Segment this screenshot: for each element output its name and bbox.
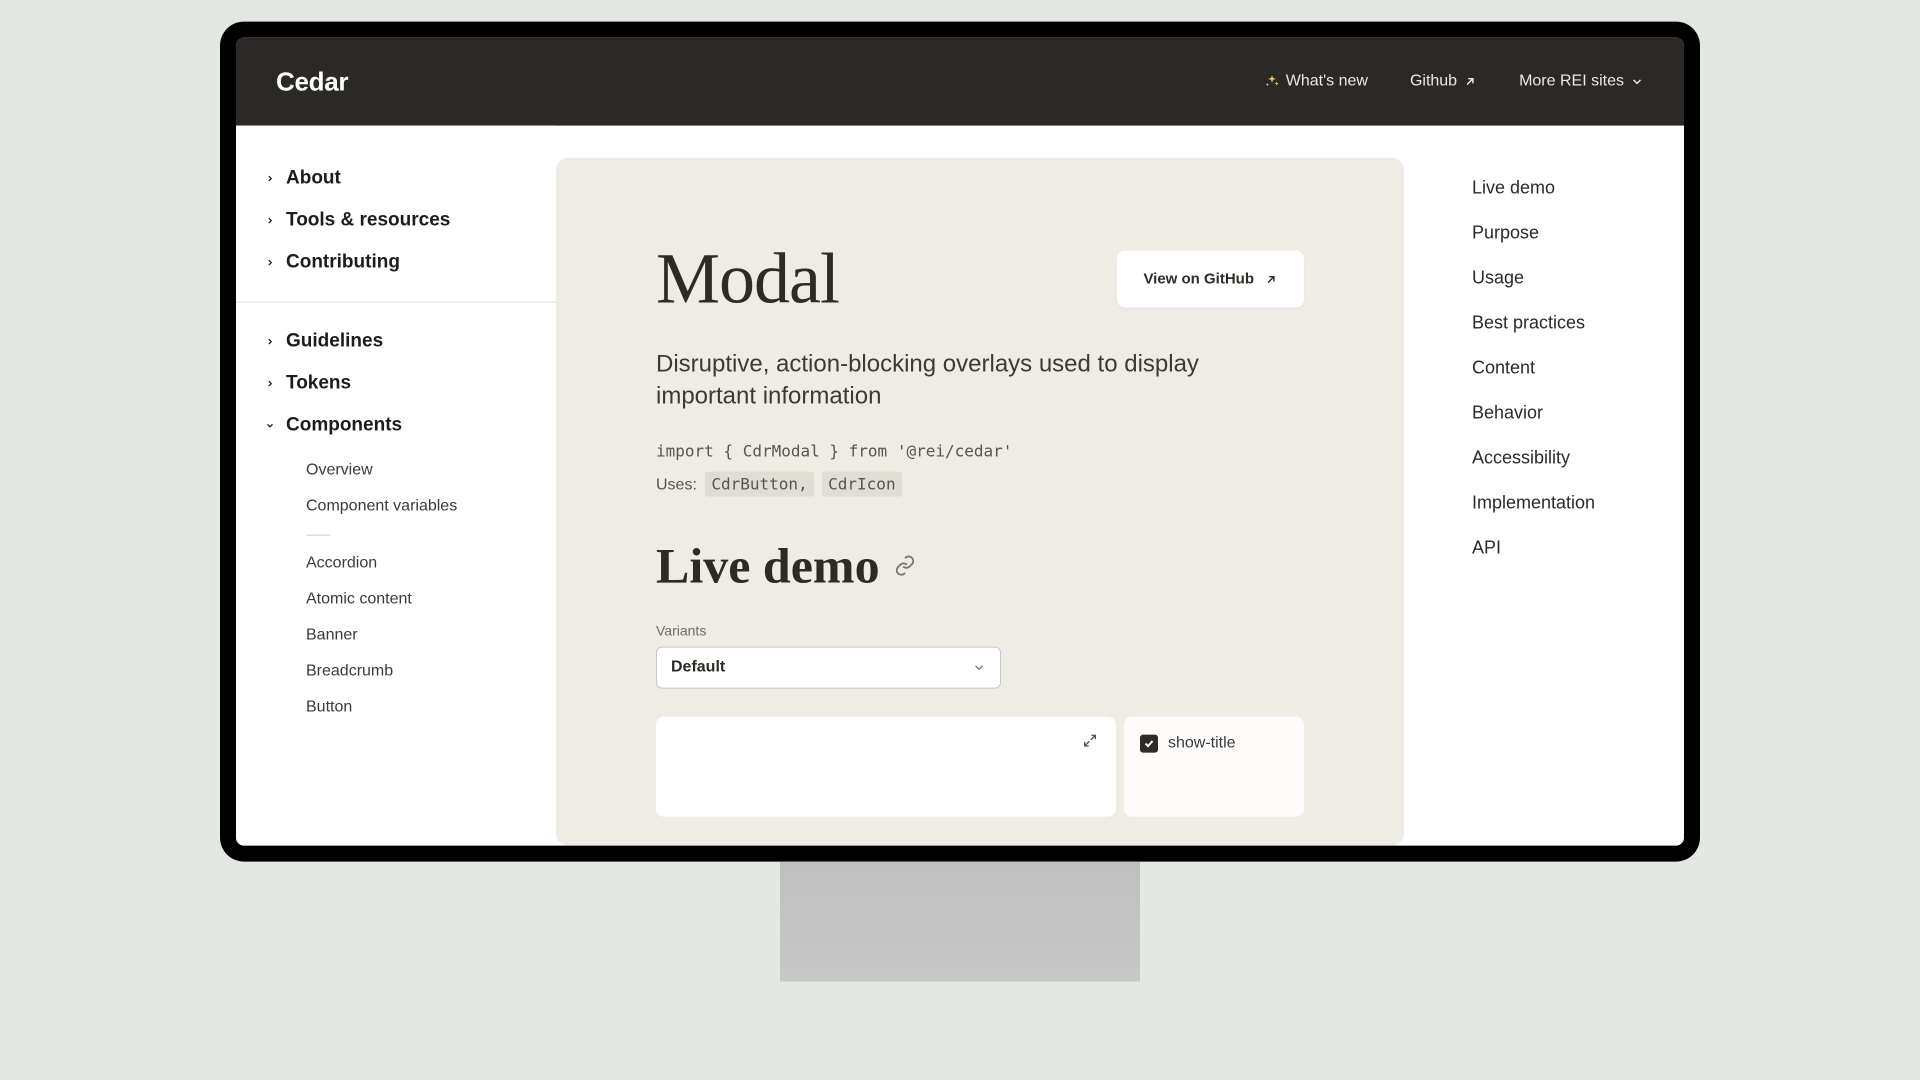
section-title-text: Live demo — [656, 536, 880, 594]
sidebar-label: About — [286, 168, 341, 190]
screen: Cedar What's new Github — [236, 38, 1684, 846]
checkbox-checked-icon[interactable] — [1140, 734, 1158, 752]
toc-item-content[interactable]: Content — [1472, 346, 1656, 391]
nav-github[interactable]: Github — [1410, 73, 1477, 91]
sidebar-item-about[interactable]: About — [264, 158, 528, 200]
nav-whats-new[interactable]: What's new — [1264, 73, 1368, 91]
github-button-label: View on GitHub — [1143, 271, 1254, 288]
content-wrap: Modal View on GitHub Disruptive, action-… — [556, 126, 1444, 846]
content-panel: Modal View on GitHub Disruptive, action-… — [556, 158, 1404, 846]
toc-item-best-practices[interactable]: Best practices — [1472, 301, 1656, 346]
sidebar-label: Tokens — [286, 373, 351, 395]
page-body: About Tools & resources Co — [236, 126, 1684, 846]
nav-whats-new-label: What's new — [1286, 73, 1368, 91]
chevron-right-icon — [264, 216, 276, 226]
sidebar: About Tools & resources Co — [236, 126, 556, 846]
toc-item-implementation[interactable]: Implementation — [1472, 481, 1656, 526]
sidebar-item-contributing[interactable]: Contributing — [264, 242, 528, 284]
nav-more-sites-label: More REI sites — [1519, 73, 1624, 91]
logo[interactable]: Cedar — [276, 66, 348, 97]
components-sublist: Overview Component variables Accordion A… — [264, 447, 528, 726]
main-area: Modal View on GitHub Disruptive, action-… — [556, 126, 1684, 846]
anchor-link-icon[interactable] — [894, 554, 916, 576]
sidebar-label: Guidelines — [286, 331, 383, 353]
monitor-stand — [780, 862, 1140, 982]
sidebar-label: Tools & resources — [286, 210, 450, 232]
sub-item-overview[interactable]: Overview — [306, 453, 528, 489]
variants-select[interactable]: Default — [656, 646, 1001, 688]
title-row: Modal View on GitHub — [656, 238, 1304, 321]
sub-item-button[interactable]: Button — [306, 690, 528, 726]
toc-item-accessibility[interactable]: Accessibility — [1472, 436, 1656, 481]
toc-item-usage[interactable]: Usage — [1472, 256, 1656, 301]
table-of-contents: Live demo Purpose Usage Best practices C… — [1444, 126, 1684, 846]
sub-item-breadcrumb[interactable]: Breadcrumb — [306, 654, 528, 690]
sidebar-group-top: About Tools & resources Co — [236, 158, 556, 284]
sidebar-item-guidelines[interactable]: Guidelines — [264, 321, 528, 363]
uses-tag: CdrButton, — [705, 471, 813, 496]
demo-preview — [656, 716, 1116, 816]
nav-more-sites[interactable]: More REI sites — [1519, 73, 1644, 91]
page-title: Modal — [656, 238, 839, 321]
sidebar-label: Contributing — [286, 252, 400, 274]
nav-github-label: Github — [1410, 73, 1457, 91]
chevron-right-icon — [264, 174, 276, 184]
external-link-icon — [1463, 75, 1477, 89]
sidebar-label: Components — [286, 415, 402, 437]
chevron-right-icon — [264, 337, 276, 347]
toc-item-live-demo[interactable]: Live demo — [1472, 166, 1656, 211]
sidebar-group-bottom: Guidelines Tokens Componen — [236, 321, 556, 726]
sidebar-item-components[interactable]: Components — [264, 405, 528, 447]
toc-item-behavior[interactable]: Behavior — [1472, 391, 1656, 436]
uses-tag: CdrIcon — [822, 471, 901, 496]
variants-label: Variants — [656, 622, 1304, 638]
chevron-right-icon — [264, 379, 276, 389]
site-header: Cedar What's new Github — [236, 38, 1684, 126]
uses-label: Uses: — [656, 476, 697, 493]
sidebar-item-tools[interactable]: Tools & resources — [264, 200, 528, 242]
chevron-down-icon — [1630, 75, 1644, 89]
uses-line: Uses: CdrButton, CdrIcon — [656, 474, 1304, 494]
demo-controls: show-title — [1124, 716, 1304, 816]
sub-item-component-variables[interactable]: Component variables — [306, 489, 528, 525]
import-line: import { CdrModal } from '@rei/cedar' — [656, 441, 1304, 460]
chevron-right-icon — [264, 258, 276, 268]
view-on-github-button[interactable]: View on GitHub — [1117, 251, 1304, 308]
variants-selected-value: Default — [671, 658, 725, 676]
sparkle-icon — [1264, 74, 1280, 90]
toc-item-api[interactable]: API — [1472, 526, 1656, 571]
sub-divider — [306, 535, 330, 536]
header-nav: What's new Github More REI sites — [1264, 73, 1644, 91]
section-live-demo: Live demo — [656, 536, 1304, 594]
page-description: Disruptive, action-blocking overlays use… — [656, 349, 1216, 414]
chevron-down-icon — [972, 660, 986, 674]
sidebar-divider — [236, 302, 556, 303]
monitor-bezel: Cedar What's new Github — [220, 22, 1700, 862]
sub-item-atomic-content[interactable]: Atomic content — [306, 582, 528, 618]
sub-item-banner[interactable]: Banner — [306, 618, 528, 654]
show-title-checkbox-row[interactable]: show-title — [1140, 734, 1288, 752]
external-link-icon — [1264, 272, 1278, 286]
sidebar-item-tokens[interactable]: Tokens — [264, 363, 528, 405]
sub-item-accordion[interactable]: Accordion — [306, 546, 528, 582]
toc-item-purpose[interactable]: Purpose — [1472, 211, 1656, 256]
checkbox-label: show-title — [1168, 734, 1236, 752]
chevron-down-icon — [264, 421, 276, 431]
expand-button[interactable] — [1082, 732, 1098, 748]
demo-panel: show-title — [656, 716, 1304, 816]
